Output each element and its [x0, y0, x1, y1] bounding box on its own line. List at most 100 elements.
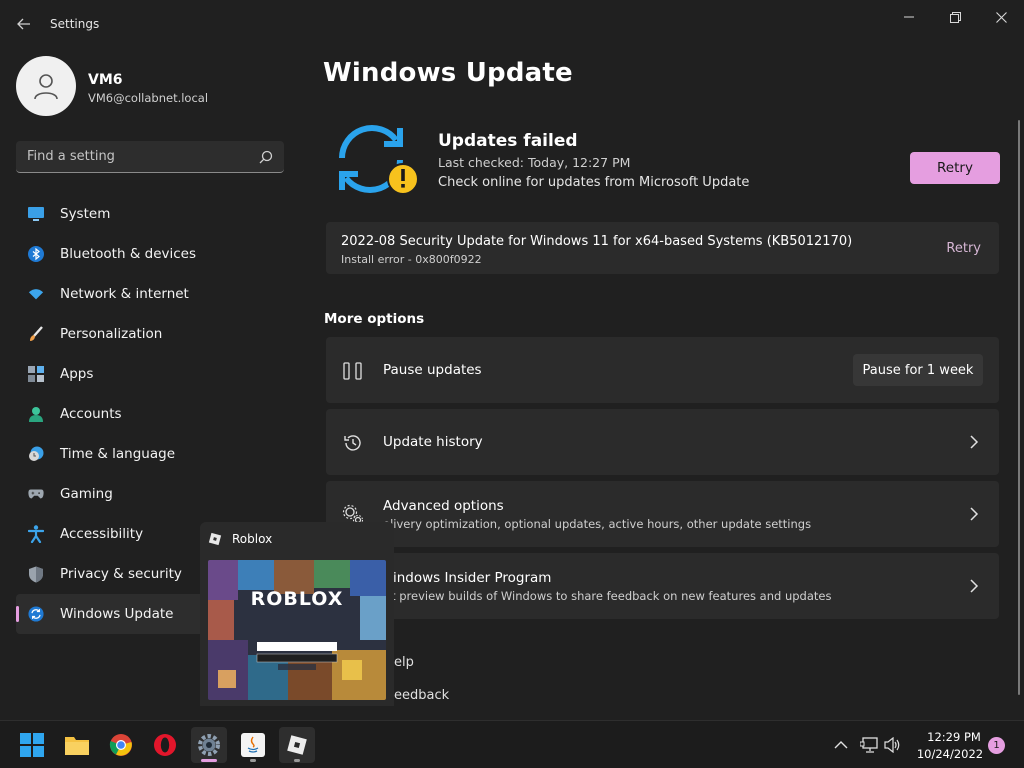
taskbar-chrome[interactable]	[103, 727, 139, 763]
sidebar-item-network[interactable]: Network & internet	[16, 274, 296, 314]
running-indicator	[294, 759, 300, 762]
sidebar-item-gaming[interactable]: Gaming	[16, 474, 296, 514]
active-indicator	[201, 759, 217, 762]
sidebar-item-accounts[interactable]: Accounts	[16, 394, 296, 434]
chevron-up-icon	[834, 741, 848, 749]
insider-program-desc: et preview builds of Windows to share fe…	[384, 589, 832, 603]
java-icon	[241, 733, 265, 757]
windows-logo-icon	[20, 733, 44, 757]
update-failed-icon	[339, 125, 418, 195]
pause-for-week-button[interactable]: Pause for 1 week	[853, 354, 983, 386]
volume-tray-icon[interactable]	[883, 735, 903, 755]
sidebar-item-apps[interactable]: Apps	[16, 354, 296, 394]
update-retry-link[interactable]: Retry	[946, 241, 981, 256]
taskbar-file-explorer[interactable]	[59, 727, 95, 763]
failed-update-item: 2022-08 Security Update for Windows 11 f…	[326, 222, 999, 274]
restore-icon	[949, 11, 961, 23]
search-input[interactable]: Find a setting	[16, 141, 284, 173]
user-profile[interactable]: VM6 VM6@collabnet.local	[16, 56, 296, 118]
update-error: Install error - 0x800f0922	[341, 253, 482, 266]
back-button[interactable]	[12, 12, 36, 36]
roblox-thumbnail: ROBLOX	[208, 560, 386, 700]
sidebar-item-label: Network & internet	[60, 286, 189, 302]
sidebar-item-label: Personalization	[60, 326, 163, 342]
advanced-options-title: Advanced options	[383, 498, 504, 514]
sidebar-item-label: Privacy & security	[60, 566, 182, 582]
roblox-window-preview[interactable]: Roblox ROBLOX	[200, 522, 394, 706]
close-icon	[995, 11, 1007, 23]
taskbar-java[interactable]	[235, 727, 271, 763]
advanced-options-desc: elivery optimization, optional updates, …	[383, 517, 812, 531]
minimize-button[interactable]	[886, 6, 932, 28]
gear-icon	[198, 734, 220, 756]
pause-updates-title: Pause updates	[383, 362, 482, 378]
brush-icon	[28, 326, 44, 342]
notification-badge[interactable]: 1	[988, 737, 1005, 754]
sidebar-item-bluetooth[interactable]: Bluetooth & devices	[16, 234, 296, 274]
check-online-link[interactable]: Check online for updates from Microsoft …	[438, 175, 749, 190]
sidebar-item-label: Apps	[60, 366, 94, 382]
gamepad-icon	[28, 486, 44, 502]
taskbar-opera[interactable]	[147, 727, 183, 763]
sidebar-item-time-language[interactable]: Time & language	[16, 434, 296, 474]
advanced-options-card[interactable]: Advanced options elivery optimization, o…	[326, 481, 999, 547]
roblox-logo-text: ROBLOX	[250, 588, 344, 610]
accessibility-icon	[28, 525, 44, 543]
chevron-right-icon	[970, 435, 979, 449]
give-feedback-link[interactable]: eedback	[394, 688, 449, 703]
user-name: VM6	[88, 72, 123, 88]
search-placeholder: Find a setting	[27, 149, 115, 164]
arrow-left-icon	[17, 18, 30, 30]
speaker-icon	[884, 737, 900, 753]
chrome-icon	[109, 734, 132, 756]
sidebar-item-personalization[interactable]: Personalization	[16, 314, 296, 354]
pause-updates-card: Pause updates Pause for 1 week	[326, 337, 999, 403]
person-icon	[34, 74, 58, 100]
network-tray-icon[interactable]	[859, 735, 879, 755]
shield-icon	[28, 566, 44, 582]
search-icon	[259, 150, 273, 164]
user-email: VM6@collabnet.local	[88, 91, 209, 105]
last-checked-text: Last checked: Today, 12:27 PM	[438, 155, 631, 170]
update-history-card[interactable]: Update history	[326, 409, 999, 475]
update-history-title: Update history	[383, 434, 483, 450]
insider-program-title: Vindows Insider Program	[384, 570, 552, 586]
sidebar-item-system[interactable]: System	[16, 194, 296, 234]
close-button[interactable]	[978, 6, 1024, 28]
page-title: Windows Update	[323, 58, 573, 88]
update-name: 2022-08 Security Update for Windows 11 f…	[341, 234, 853, 249]
insider-program-card[interactable]: Vindows Insider Program et preview build…	[326, 553, 999, 619]
get-help-link[interactable]: elp	[394, 655, 414, 670]
sidebar-item-label: Time & language	[60, 446, 176, 462]
sync-icon	[28, 606, 44, 622]
sidebar-item-label: Accounts	[60, 406, 122, 422]
clock-time[interactable]: 12:29 PM	[926, 730, 982, 744]
sidebar-item-label: Windows Update	[60, 606, 174, 622]
title-bar: Settings	[0, 0, 1024, 48]
restore-button[interactable]	[932, 6, 978, 28]
sidebar-item-label: Bluetooth & devices	[60, 246, 197, 262]
taskbar-settings[interactable]	[191, 727, 227, 763]
running-indicator	[250, 759, 256, 762]
chevron-right-icon	[970, 507, 979, 521]
opera-icon	[154, 734, 176, 756]
chevron-right-icon	[970, 579, 979, 593]
ethernet-icon	[860, 737, 878, 753]
preview-title: Roblox	[232, 532, 273, 546]
minimize-icon	[904, 16, 914, 18]
folder-icon	[65, 737, 89, 755]
show-hidden-icons-button[interactable]	[831, 735, 851, 755]
clock-date[interactable]: 10/24/2022	[914, 747, 986, 761]
scrollbar[interactable]	[1018, 120, 1020, 695]
avatar	[16, 56, 76, 116]
retry-button[interactable]: Retry	[910, 152, 1000, 184]
taskbar-roblox[interactable]	[279, 727, 315, 763]
start-button[interactable]	[14, 727, 50, 763]
sidebar-item-label: System	[60, 206, 111, 222]
status-title: Updates failed	[438, 131, 578, 151]
wifi-icon	[28, 286, 44, 302]
bluetooth-icon	[28, 246, 44, 262]
clock-globe-icon	[28, 446, 44, 462]
sidebar-item-label: Accessibility	[60, 526, 144, 542]
pause-icon	[342, 360, 364, 382]
